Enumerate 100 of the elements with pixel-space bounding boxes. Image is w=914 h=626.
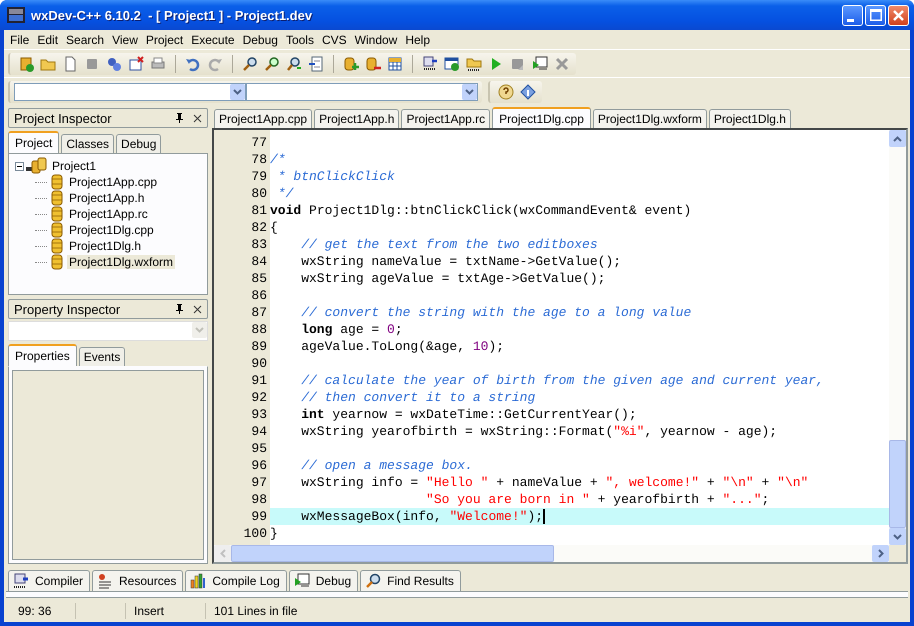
tree-item[interactable]: Project1Dlg.h <box>67 239 144 253</box>
tree-item[interactable]: Project1Dlg.cpp <box>67 223 156 237</box>
help-icon[interactable] <box>498 84 514 100</box>
tree-item[interactable]: Project1Dlg.wxform <box>67 255 176 269</box>
tab[interactable]: Project <box>8 131 60 153</box>
line-number: 85 <box>250 271 268 286</box>
chevron-down-icon[interactable] <box>893 534 902 540</box>
code-line: wxMessageBox(info, "Welcome!"); <box>300 508 546 524</box>
file-tab[interactable]: Project1App.rc <box>401 109 490 128</box>
scroll-thumb[interactable] <box>889 440 906 528</box>
line-number: 81 <box>250 203 268 218</box>
tab[interactable]: Compile Log <box>185 570 287 591</box>
chevron-up-icon[interactable] <box>893 136 902 142</box>
table-icon[interactable] <box>387 56 403 72</box>
menu-item[interactable]: CVS <box>318 32 351 46</box>
line-number: 95 <box>250 441 268 456</box>
line-number: 99 <box>250 509 268 524</box>
menu-item[interactable]: Window <box>350 32 402 46</box>
close-icon[interactable] <box>193 114 202 122</box>
search-icon[interactable] <box>242 56 258 72</box>
status-text: 101 Lines in file <box>213 603 298 619</box>
code-line: void Project1Dlg::btnClickClick(wxCommandEvent& event) <box>270 203 692 218</box>
code-line: // calculate the year of birth from the given age and current year, <box>300 373 824 388</box>
file-tab[interactable]: Project1Dlg.h <box>708 109 791 128</box>
code-line: /* <box>270 152 286 167</box>
resources-icon <box>97 573 114 589</box>
tab[interactable]: Debug <box>288 570 358 591</box>
run-window-icon[interactable] <box>444 56 460 72</box>
database-minus-icon[interactable] <box>365 56 381 72</box>
file-tab[interactable]: Project1App.cpp <box>214 109 312 128</box>
line-number: 80 <box>250 186 268 201</box>
close-button[interactable] <box>888 4 909 26</box>
combo-box[interactable] <box>246 82 478 100</box>
collapse-icon[interactable] <box>15 162 24 170</box>
line-number: 97 <box>250 475 268 490</box>
folder-binary-icon[interactable] <box>466 56 482 72</box>
menu-item[interactable]: Help <box>401 32 434 46</box>
close-window-icon[interactable] <box>128 56 144 72</box>
printer-icon[interactable] <box>150 56 166 72</box>
line-number: 96 <box>250 458 268 473</box>
debug-icon[interactable] <box>532 56 548 72</box>
tree-item[interactable]: Project1App.rc <box>67 207 150 221</box>
combo-box[interactable] <box>14 82 246 100</box>
menu-item[interactable]: Execute <box>187 32 239 46</box>
minimize-button[interactable] <box>842 4 863 26</box>
tab[interactable]: Classes <box>61 134 114 153</box>
horizontal-scrollbar[interactable] <box>214 545 906 562</box>
maximize-button[interactable] <box>865 4 886 26</box>
menu-item[interactable]: Debug <box>238 32 282 46</box>
line-number: 89 <box>250 339 268 354</box>
tab[interactable]: Resources <box>92 570 184 591</box>
line-number: 93 <box>250 407 268 422</box>
vertical-scrollbar[interactable] <box>889 130 906 545</box>
tab[interactable]: Compiler <box>8 570 90 591</box>
scroll-thumb[interactable] <box>231 545 554 562</box>
file-tab[interactable]: Project1Dlg.wxform <box>592 109 707 128</box>
file-icon <box>51 174 63 190</box>
line-number: 98 <box>250 492 268 507</box>
menu-item[interactable]: View <box>108 32 142 46</box>
find-replace-icon[interactable] <box>264 56 280 72</box>
menu-item[interactable]: Tools <box>282 32 318 46</box>
file-icon <box>51 254 63 270</box>
close-icon[interactable] <box>193 304 202 314</box>
goto-line-icon[interactable] <box>308 56 324 72</box>
menu-item[interactable]: Search <box>62 32 108 46</box>
chevron-right-icon[interactable] <box>878 549 884 558</box>
file-tab[interactable]: Project1Dlg.cpp <box>492 107 591 128</box>
panel-title: Project Inspector <box>14 110 113 126</box>
line-number: 100 <box>242 526 268 541</box>
maximize-icon <box>870 9 882 21</box>
line-number: 92 <box>250 390 268 405</box>
code-line: long age = 0; <box>300 322 403 337</box>
code-line: ageValue.ToLong(&age, 10); <box>300 339 504 354</box>
line-number: 87 <box>250 305 268 320</box>
database-plus-icon[interactable] <box>343 56 359 72</box>
tab[interactable]: Find Results <box>360 570 461 591</box>
code-line: wxString ageValue = txtAge->GetValue(); <box>300 271 606 286</box>
tree-item[interactable]: Project1App.h <box>67 191 146 205</box>
tab[interactable]: Events <box>78 347 126 366</box>
menu-item[interactable]: File <box>6 32 34 46</box>
compile-icon[interactable] <box>422 56 438 72</box>
code-editor[interactable] <box>212 128 908 564</box>
pin-icon[interactable] <box>175 113 184 123</box>
info-icon[interactable] <box>520 84 536 100</box>
line-number: 82 <box>250 220 268 235</box>
pin-icon[interactable] <box>175 304 184 314</box>
line-number: 77 <box>250 135 268 150</box>
code-line: // open a message box. <box>300 458 473 473</box>
tree-item[interactable]: Project1App.cpp <box>67 175 160 189</box>
file-tab[interactable]: Project1App.h <box>314 109 400 128</box>
tab[interactable]: Properties <box>8 344 77 366</box>
tab[interactable]: Debug <box>116 134 162 153</box>
file-icon <box>51 206 63 222</box>
menu-item[interactable]: Edit <box>33 32 62 46</box>
line-number: 94 <box>250 424 268 439</box>
book-plus-icon[interactable] <box>18 56 34 72</box>
code-line: int yearnow = wxDateTime::GetCurrentYear(); <box>300 407 637 422</box>
find-next-icon[interactable] <box>286 56 302 72</box>
menu-item[interactable]: Project <box>142 32 188 46</box>
tree-item[interactable]: Project1 <box>50 159 98 173</box>
